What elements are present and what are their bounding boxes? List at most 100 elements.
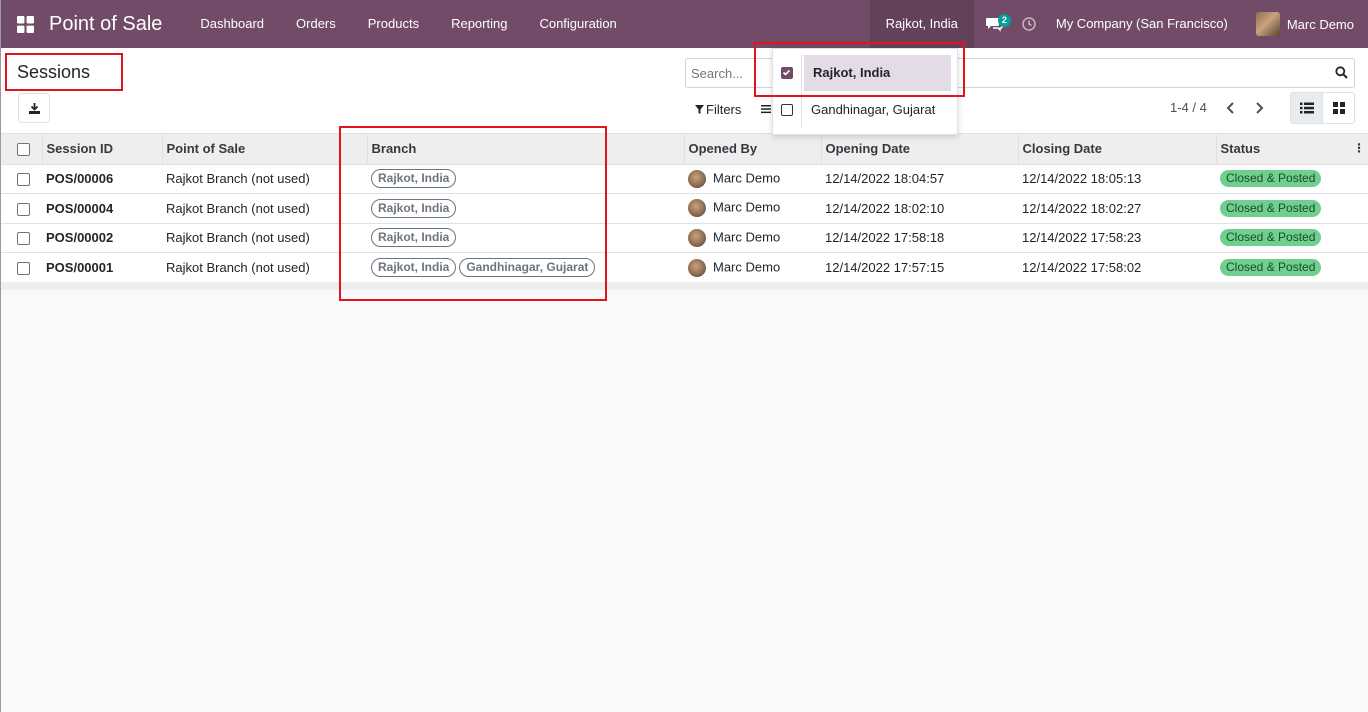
filter-icon <box>695 104 704 114</box>
row-checkbox[interactable] <box>17 232 30 246</box>
table-row[interactable]: POS/00004 Rajkot Branch (not used) Rajkot,… <box>1 193 1368 224</box>
branch-switcher[interactable]: Rajkot, India <box>869 0 974 48</box>
column-options-icon[interactable]: ⋮ <box>1353 142 1365 154</box>
app-title[interactable]: Point of Sale <box>49 13 162 36</box>
col-session-id[interactable]: Session ID <box>41 134 162 164</box>
annotation-box-title <box>5 53 123 91</box>
group-by-icon[interactable] <box>761 102 771 117</box>
apps-menu-icon[interactable] <box>1 0 49 48</box>
row-checkbox[interactable] <box>17 262 30 276</box>
user-avatar <box>688 228 706 247</box>
row-select-cell[interactable] <box>1 164 42 194</box>
opened-by: Marc Demo <box>713 258 781 274</box>
pager-value[interactable]: 1-4 / 4 <box>1170 100 1207 115</box>
point-of-sale: Rajkot Branch (not used) <box>166 230 310 246</box>
branch-option-label: Gandhinagar, Gujarat <box>811 102 936 117</box>
unchecked-box-icon <box>781 104 793 116</box>
opened-by-cell: Marc Demo <box>684 164 821 194</box>
table-row[interactable]: POS/00002 Rajkot Branch (not used) Rajkot,… <box>1 223 1368 253</box>
top-navbar: Point of Sale Dashboard Orders Products … <box>1 0 1368 48</box>
control-panel: Sessions Filters 1-4 / 4 <box>1 48 1368 134</box>
opened-by: Marc Demo <box>713 199 781 215</box>
closing-date: 12/14/2022 17:58:23 <box>1022 230 1142 246</box>
opened-by: Marc Demo <box>713 229 781 245</box>
menu-orders[interactable]: Orders <box>280 0 352 48</box>
session-id: POS/00006 <box>46 171 114 187</box>
user-name: Marc Demo <box>1286 16 1354 32</box>
branch-option-gandhinagar[interactable]: Gandhinagar, Gujarat <box>773 92 957 128</box>
opening-date: 12/14/2022 17:57:15 <box>825 260 945 275</box>
select-all-cell[interactable] <box>1 134 42 164</box>
opened-by-cell: Marc Demo <box>684 194 821 224</box>
col-opening-date[interactable]: Opening Date <box>820 134 1018 164</box>
branch-option-checkbox[interactable] <box>773 92 802 128</box>
table-header-row: Session ID Point of Sale Branch Opened B… <box>1 134 1368 164</box>
annotation-box-branch-column <box>339 126 607 301</box>
row-select-cell[interactable] <box>1 223 42 253</box>
pager-previous-icon[interactable] <box>1223 100 1239 116</box>
table-row[interactable]: POS/00001 Rajkot Branch (not used) Rajkot,… <box>1 252 1368 283</box>
menu-configuration[interactable]: Configuration <box>523 0 632 48</box>
user-avatar <box>688 258 706 277</box>
menu-reporting[interactable]: Reporting <box>435 0 523 48</box>
user-avatar <box>1255 12 1280 36</box>
annotation-box-dropdown <box>754 42 965 97</box>
filters-button[interactable]: Filters <box>689 98 741 120</box>
activity-clock-icon[interactable] <box>1014 0 1044 48</box>
opened-by-cell: Marc Demo <box>684 223 821 253</box>
list-view-icon <box>1299 102 1314 114</box>
table-footer <box>1 282 1368 290</box>
row-select-cell[interactable] <box>1 253 42 283</box>
closing-date: 12/14/2022 18:02:27 <box>1022 200 1142 216</box>
chat-count-badge: 2 <box>997 14 1011 27</box>
status-cell: Closed & Posted <box>1216 194 1368 224</box>
download-icon <box>28 102 40 114</box>
opening-date: 12/14/2022 18:04:57 <box>825 171 945 187</box>
status-badge: Closed & Posted <box>1220 170 1322 188</box>
closing-date: 12/14/2022 17:58:02 <box>1022 260 1142 275</box>
col-status-label: Status <box>1220 141 1261 157</box>
status-cell: Closed & Posted <box>1216 253 1368 283</box>
company-switcher[interactable]: My Company (San Francisco) <box>1044 0 1256 48</box>
session-id: POS/00004 <box>46 200 114 216</box>
col-opened-by[interactable]: Opened By <box>683 134 821 164</box>
point-of-sale: Rajkot Branch (not used) <box>166 260 310 275</box>
status-badge: Closed & Posted <box>1220 259 1322 276</box>
sessions-list: Session ID Point of Sale Branch Opened B… <box>1 134 1368 290</box>
row-checkbox[interactable] <box>17 173 30 187</box>
status-badge: Closed & Posted <box>1220 229 1322 247</box>
kanban-view-icon <box>1332 102 1345 114</box>
opening-date: 12/14/2022 18:02:10 <box>825 200 945 216</box>
list-view-button[interactable] <box>1290 92 1323 124</box>
point-of-sale: Rajkot Branch (not used) <box>166 200 310 216</box>
export-download-button[interactable] <box>18 93 50 123</box>
row-checkbox[interactable] <box>17 202 30 216</box>
table-row[interactable]: POS/00006 Rajkot Branch (not used) Rajkot,… <box>1 164 1368 194</box>
opened-by: Marc Demo <box>713 170 781 186</box>
status-badge: Closed & Posted <box>1220 199 1322 217</box>
col-point-of-sale[interactable]: Point of Sale <box>161 134 367 164</box>
closing-date: 12/14/2022 18:05:13 <box>1022 171 1142 187</box>
col-status[interactable]: Status ⋮ <box>1215 134 1368 164</box>
user-avatar <box>688 199 706 218</box>
kanban-view-button[interactable] <box>1322 92 1355 124</box>
search-icon[interactable] <box>1335 66 1348 82</box>
user-avatar <box>688 169 706 188</box>
col-closing-date[interactable]: Closing Date <box>1017 134 1216 164</box>
status-cell: Closed & Posted <box>1216 164 1368 194</box>
sessions-table: Session ID Point of Sale Branch Opened B… <box>1 134 1368 282</box>
status-cell: Closed & Posted <box>1216 223 1368 253</box>
row-select-cell[interactable] <box>1 194 42 224</box>
user-menu[interactable]: Marc Demo <box>1255 12 1368 36</box>
chat-icon[interactable]: 2 <box>974 0 1014 48</box>
filters-label: Filters <box>706 101 742 117</box>
menu-dashboard[interactable]: Dashboard <box>184 0 280 48</box>
opened-by-cell: Marc Demo <box>684 253 821 283</box>
menu-products[interactable]: Products <box>352 0 435 48</box>
session-id: POS/00002 <box>46 230 114 246</box>
point-of-sale: Rajkot Branch (not used) <box>166 171 310 187</box>
pager-next-icon[interactable] <box>1251 100 1267 116</box>
session-id: POS/00001 <box>46 260 114 275</box>
opening-date: 12/14/2022 17:58:18 <box>825 230 945 246</box>
select-all-checkbox[interactable] <box>17 143 30 157</box>
